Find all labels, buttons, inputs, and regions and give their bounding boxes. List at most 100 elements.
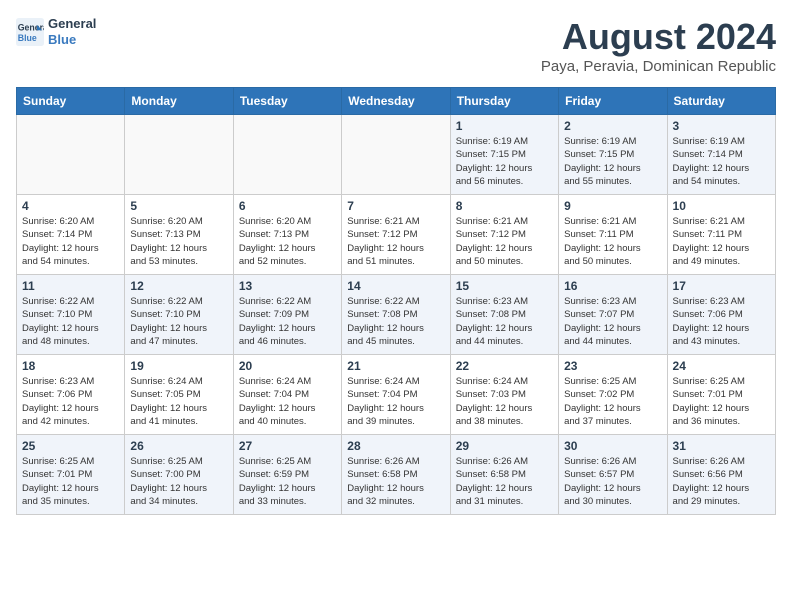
calendar-cell-w0-d6: 3 Sunrise: 6:19 AM Sunset: 7:14 PM Daylig… <box>667 115 775 195</box>
calendar-cell-w2-d6: 17 Sunrise: 6:23 AM Sunset: 7:06 PM Dayli… <box>667 275 775 355</box>
calendar-cell-w4-d6: 31 Sunrise: 6:26 AM Sunset: 6:56 PM Dayli… <box>667 435 775 515</box>
day-number: 20 <box>239 359 336 373</box>
calendar-cell-w0-d1 <box>125 115 233 195</box>
day-info: Sunrise: 6:24 AM Sunset: 7:03 PM Dayligh… <box>456 375 553 428</box>
day-info: Sunrise: 6:20 AM Sunset: 7:14 PM Dayligh… <box>22 215 119 268</box>
day-number: 9 <box>564 199 661 213</box>
day-number: 18 <box>22 359 119 373</box>
logo-icon: General Blue <box>16 18 44 46</box>
day-info: Sunrise: 6:22 AM Sunset: 7:08 PM Dayligh… <box>347 295 444 348</box>
day-info: Sunrise: 6:24 AM Sunset: 7:04 PM Dayligh… <box>347 375 444 428</box>
day-info: Sunrise: 6:23 AM Sunset: 7:06 PM Dayligh… <box>22 375 119 428</box>
day-number: 13 <box>239 279 336 293</box>
calendar-cell-w1-d0: 4 Sunrise: 6:20 AM Sunset: 7:14 PM Daylig… <box>17 195 125 275</box>
logo: General Blue General Blue <box>16 16 96 47</box>
day-info: Sunrise: 6:19 AM Sunset: 7:14 PM Dayligh… <box>673 135 770 188</box>
weekday-header-sunday: Sunday <box>17 88 125 115</box>
day-info: Sunrise: 6:25 AM Sunset: 7:01 PM Dayligh… <box>22 455 119 508</box>
calendar-cell-w1-d2: 6 Sunrise: 6:20 AM Sunset: 7:13 PM Daylig… <box>233 195 341 275</box>
day-info: Sunrise: 6:20 AM Sunset: 7:13 PM Dayligh… <box>239 215 336 268</box>
calendar-cell-w2-d5: 16 Sunrise: 6:23 AM Sunset: 7:07 PM Dayli… <box>559 275 667 355</box>
weekday-header-friday: Friday <box>559 88 667 115</box>
day-info: Sunrise: 6:23 AM Sunset: 7:08 PM Dayligh… <box>456 295 553 348</box>
calendar-cell-w4-d5: 30 Sunrise: 6:26 AM Sunset: 6:57 PM Dayli… <box>559 435 667 515</box>
day-number: 1 <box>456 119 553 133</box>
calendar-title: August 2024 <box>541 16 776 58</box>
day-info: Sunrise: 6:26 AM Sunset: 6:57 PM Dayligh… <box>564 455 661 508</box>
svg-text:General: General <box>18 22 44 32</box>
weekday-header-monday: Monday <box>125 88 233 115</box>
day-info: Sunrise: 6:26 AM Sunset: 6:58 PM Dayligh… <box>347 455 444 508</box>
day-number: 25 <box>22 439 119 453</box>
day-number: 16 <box>564 279 661 293</box>
day-number: 5 <box>130 199 227 213</box>
day-number: 29 <box>456 439 553 453</box>
day-number: 15 <box>456 279 553 293</box>
calendar-cell-w4-d4: 29 Sunrise: 6:26 AM Sunset: 6:58 PM Dayli… <box>450 435 558 515</box>
weekday-header-tuesday: Tuesday <box>233 88 341 115</box>
day-info: Sunrise: 6:21 AM Sunset: 7:11 PM Dayligh… <box>673 215 770 268</box>
day-number: 12 <box>130 279 227 293</box>
day-number: 2 <box>564 119 661 133</box>
day-number: 3 <box>673 119 770 133</box>
day-info: Sunrise: 6:22 AM Sunset: 7:10 PM Dayligh… <box>130 295 227 348</box>
calendar-cell-w1-d5: 9 Sunrise: 6:21 AM Sunset: 7:11 PM Daylig… <box>559 195 667 275</box>
day-info: Sunrise: 6:25 AM Sunset: 6:59 PM Dayligh… <box>239 455 336 508</box>
calendar-cell-w4-d3: 28 Sunrise: 6:26 AM Sunset: 6:58 PM Dayli… <box>342 435 450 515</box>
day-info: Sunrise: 6:23 AM Sunset: 7:07 PM Dayligh… <box>564 295 661 348</box>
calendar-header: SundayMondayTuesdayWednesdayThursdayFrid… <box>17 88 776 115</box>
day-number: 14 <box>347 279 444 293</box>
calendar-cell-w3-d3: 21 Sunrise: 6:24 AM Sunset: 7:04 PM Dayli… <box>342 355 450 435</box>
calendar-cell-w4-d2: 27 Sunrise: 6:25 AM Sunset: 6:59 PM Dayli… <box>233 435 341 515</box>
day-number: 7 <box>347 199 444 213</box>
day-info: Sunrise: 6:25 AM Sunset: 7:00 PM Dayligh… <box>130 455 227 508</box>
calendar-cell-w1-d3: 7Sunrise: 6:21 AM Sunset: 7:12 PM Daylig… <box>342 195 450 275</box>
day-info: Sunrise: 6:26 AM Sunset: 6:56 PM Dayligh… <box>673 455 770 508</box>
calendar-cell-w2-d1: 12 Sunrise: 6:22 AM Sunset: 7:10 PM Dayli… <box>125 275 233 355</box>
day-number: 19 <box>130 359 227 373</box>
calendar-cell-w1-d6: 10 Sunrise: 6:21 AM Sunset: 7:11 PM Dayli… <box>667 195 775 275</box>
day-info: Sunrise: 6:25 AM Sunset: 7:02 PM Dayligh… <box>564 375 661 428</box>
calendar-cell-w4-d1: 26 Sunrise: 6:25 AM Sunset: 7:00 PM Dayli… <box>125 435 233 515</box>
page-header: General Blue General Blue August 2024 Pa… <box>16 16 776 75</box>
day-info: Sunrise: 6:19 AM Sunset: 7:15 PM Dayligh… <box>564 135 661 188</box>
day-number: 4 <box>22 199 119 213</box>
calendar-cell-w3-d6: 24 Sunrise: 6:25 AM Sunset: 7:01 PM Dayli… <box>667 355 775 435</box>
day-number: 31 <box>673 439 770 453</box>
calendar-subtitle: Paya, Peravia, Dominican Republic <box>541 58 776 75</box>
calendar-cell-w3-d1: 19 Sunrise: 6:24 AM Sunset: 7:05 PM Dayli… <box>125 355 233 435</box>
calendar-cell-w3-d4: 22 Sunrise: 6:24 AM Sunset: 7:03 PM Dayli… <box>450 355 558 435</box>
calendar-cell-w2-d2: 13 Sunrise: 6:22 AM Sunset: 7:09 PM Dayli… <box>233 275 341 355</box>
day-number: 11 <box>22 279 119 293</box>
day-number: 22 <box>456 359 553 373</box>
calendar-cell-w1-d1: 5Sunrise: 6:20 AM Sunset: 7:13 PM Daylig… <box>125 195 233 275</box>
day-info: Sunrise: 6:26 AM Sunset: 6:58 PM Dayligh… <box>456 455 553 508</box>
day-number: 30 <box>564 439 661 453</box>
weekday-header-wednesday: Wednesday <box>342 88 450 115</box>
calendar-cell-w0-d2 <box>233 115 341 195</box>
day-info: Sunrise: 6:22 AM Sunset: 7:10 PM Dayligh… <box>22 295 119 348</box>
calendar-cell-w0-d4: 1 Sunrise: 6:19 AM Sunset: 7:15 PM Daylig… <box>450 115 558 195</box>
day-number: 17 <box>673 279 770 293</box>
calendar-cell-w2-d0: 11 Sunrise: 6:22 AM Sunset: 7:10 PM Dayli… <box>17 275 125 355</box>
day-number: 26 <box>130 439 227 453</box>
calendar-cell-w3-d5: 23Sunrise: 6:25 AM Sunset: 7:02 PM Dayli… <box>559 355 667 435</box>
logo-text: General Blue <box>48 16 96 47</box>
weekday-header-thursday: Thursday <box>450 88 558 115</box>
day-number: 21 <box>347 359 444 373</box>
day-number: 27 <box>239 439 336 453</box>
calendar-cell-w0-d0 <box>17 115 125 195</box>
day-number: 28 <box>347 439 444 453</box>
day-number: 8 <box>456 199 553 213</box>
day-info: Sunrise: 6:19 AM Sunset: 7:15 PM Dayligh… <box>456 135 553 188</box>
day-info: Sunrise: 6:25 AM Sunset: 7:01 PM Dayligh… <box>673 375 770 428</box>
title-section: August 2024 Paya, Peravia, Dominican Rep… <box>541 16 776 75</box>
day-number: 24 <box>673 359 770 373</box>
day-info: Sunrise: 6:22 AM Sunset: 7:09 PM Dayligh… <box>239 295 336 348</box>
day-info: Sunrise: 6:21 AM Sunset: 7:11 PM Dayligh… <box>564 215 661 268</box>
day-number: 10 <box>673 199 770 213</box>
calendar-cell-w2-d3: 14 Sunrise: 6:22 AM Sunset: 7:08 PM Dayli… <box>342 275 450 355</box>
day-number: 6 <box>239 199 336 213</box>
day-info: Sunrise: 6:23 AM Sunset: 7:06 PM Dayligh… <box>673 295 770 348</box>
day-info: Sunrise: 6:24 AM Sunset: 7:05 PM Dayligh… <box>130 375 227 428</box>
